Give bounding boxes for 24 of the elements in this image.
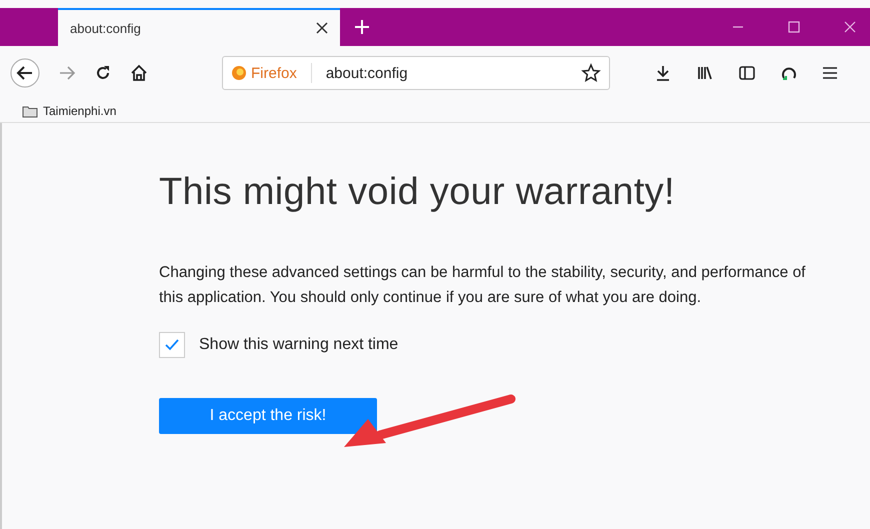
warning-heading: This might void your warranty! [159, 171, 676, 214]
home-icon[interactable] [130, 64, 148, 82]
warning-message: Changing these advanced settings can be harmful to the stability, security, and performance of this application. You should only continue if you are sure of what you are doing. [159, 263, 806, 308]
folder-icon [22, 104, 38, 118]
download-icon[interactable] [654, 64, 672, 82]
checkbox-label: Show this warning next time [199, 336, 398, 354]
browser-tab[interactable]: about:config [58, 8, 340, 46]
plus-icon[interactable] [354, 19, 370, 35]
checkbox[interactable] [159, 332, 185, 358]
star-icon[interactable] [581, 63, 601, 83]
sidebar-icon[interactable] [738, 64, 756, 82]
url-text: about:config [326, 64, 409, 82]
menu-icon[interactable] [822, 66, 838, 80]
identity-label: Firefox [251, 64, 297, 82]
forward-icon[interactable] [58, 65, 76, 81]
reload-icon[interactable] [94, 64, 112, 82]
library-icon[interactable] [696, 64, 714, 82]
back-icon[interactable] [10, 58, 40, 88]
check-icon [165, 339, 179, 351]
address-bar[interactable]: Firefox about:config [222, 56, 610, 90]
maximize-icon[interactable] [788, 21, 800, 33]
accept-button[interactable]: I accept the risk! [159, 398, 377, 434]
bookmark-item[interactable]: Taimienphi.vn [22, 104, 116, 118]
close-icon[interactable] [316, 22, 328, 34]
